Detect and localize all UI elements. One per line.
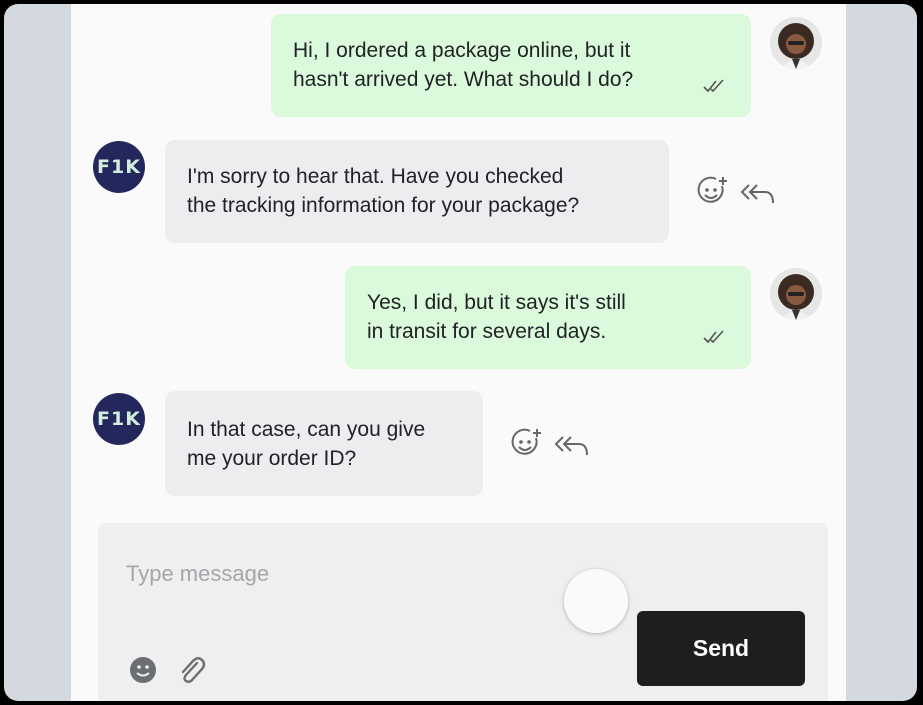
message-text-line: Yes, I did, but it says it's still	[367, 291, 626, 314]
smiley-icon[interactable]	[129, 656, 157, 684]
message-text-line: Hi, I ordered a package online, but it	[293, 39, 631, 62]
paperclip-icon[interactable]	[177, 654, 207, 686]
message-text-line: In that case, can you give	[187, 418, 426, 441]
message-text-line: in transit for several days.	[367, 320, 607, 343]
message-text-line: I'm sorry to hear that. Have you checked	[187, 165, 564, 188]
reply-all-icon[interactable]	[739, 181, 777, 207]
user-avatar-image	[778, 23, 814, 69]
add-reaction-icon[interactable]	[510, 426, 544, 460]
user-avatar[interactable]	[770, 17, 822, 69]
double-check-icon	[703, 330, 724, 344]
brand-avatar-label: F1K	[97, 408, 141, 430]
message-bubble-outgoing[interactable]: Yes, I did, but it says it's still in tr…	[345, 266, 751, 369]
chat-panel: Hi, I ordered a package online, but it h…	[71, 4, 846, 701]
message-bubble-incoming[interactable]: I'm sorry to hear that. Have you checked…	[165, 140, 669, 243]
reply-all-icon[interactable]	[553, 433, 591, 459]
app-window: Hi, I ordered a package online, but it h…	[4, 4, 917, 701]
message-text-line: me your order ID?	[187, 447, 357, 470]
user-avatar-image	[778, 274, 814, 320]
double-check-icon	[703, 79, 724, 93]
message-bubble-incoming[interactable]: In that case, can you give me your order…	[165, 391, 483, 496]
drag-handle[interactable]	[564, 569, 628, 633]
add-reaction-icon[interactable]	[696, 174, 730, 208]
brand-avatar[interactable]: F1K	[93, 141, 145, 193]
message-bubble-outgoing[interactable]: Hi, I ordered a package online, but it h…	[271, 14, 751, 117]
user-avatar[interactable]	[770, 268, 822, 320]
brand-avatar-label: F1K	[97, 156, 141, 178]
send-button[interactable]: Send	[637, 611, 805, 686]
message-input[interactable]	[124, 553, 548, 595]
message-text-line: hasn't arrived yet. What should I do?	[293, 68, 634, 91]
brand-avatar[interactable]: F1K	[93, 393, 145, 445]
message-text-line: the tracking information for your packag…	[187, 194, 580, 217]
message-composer: Send	[98, 523, 828, 701]
